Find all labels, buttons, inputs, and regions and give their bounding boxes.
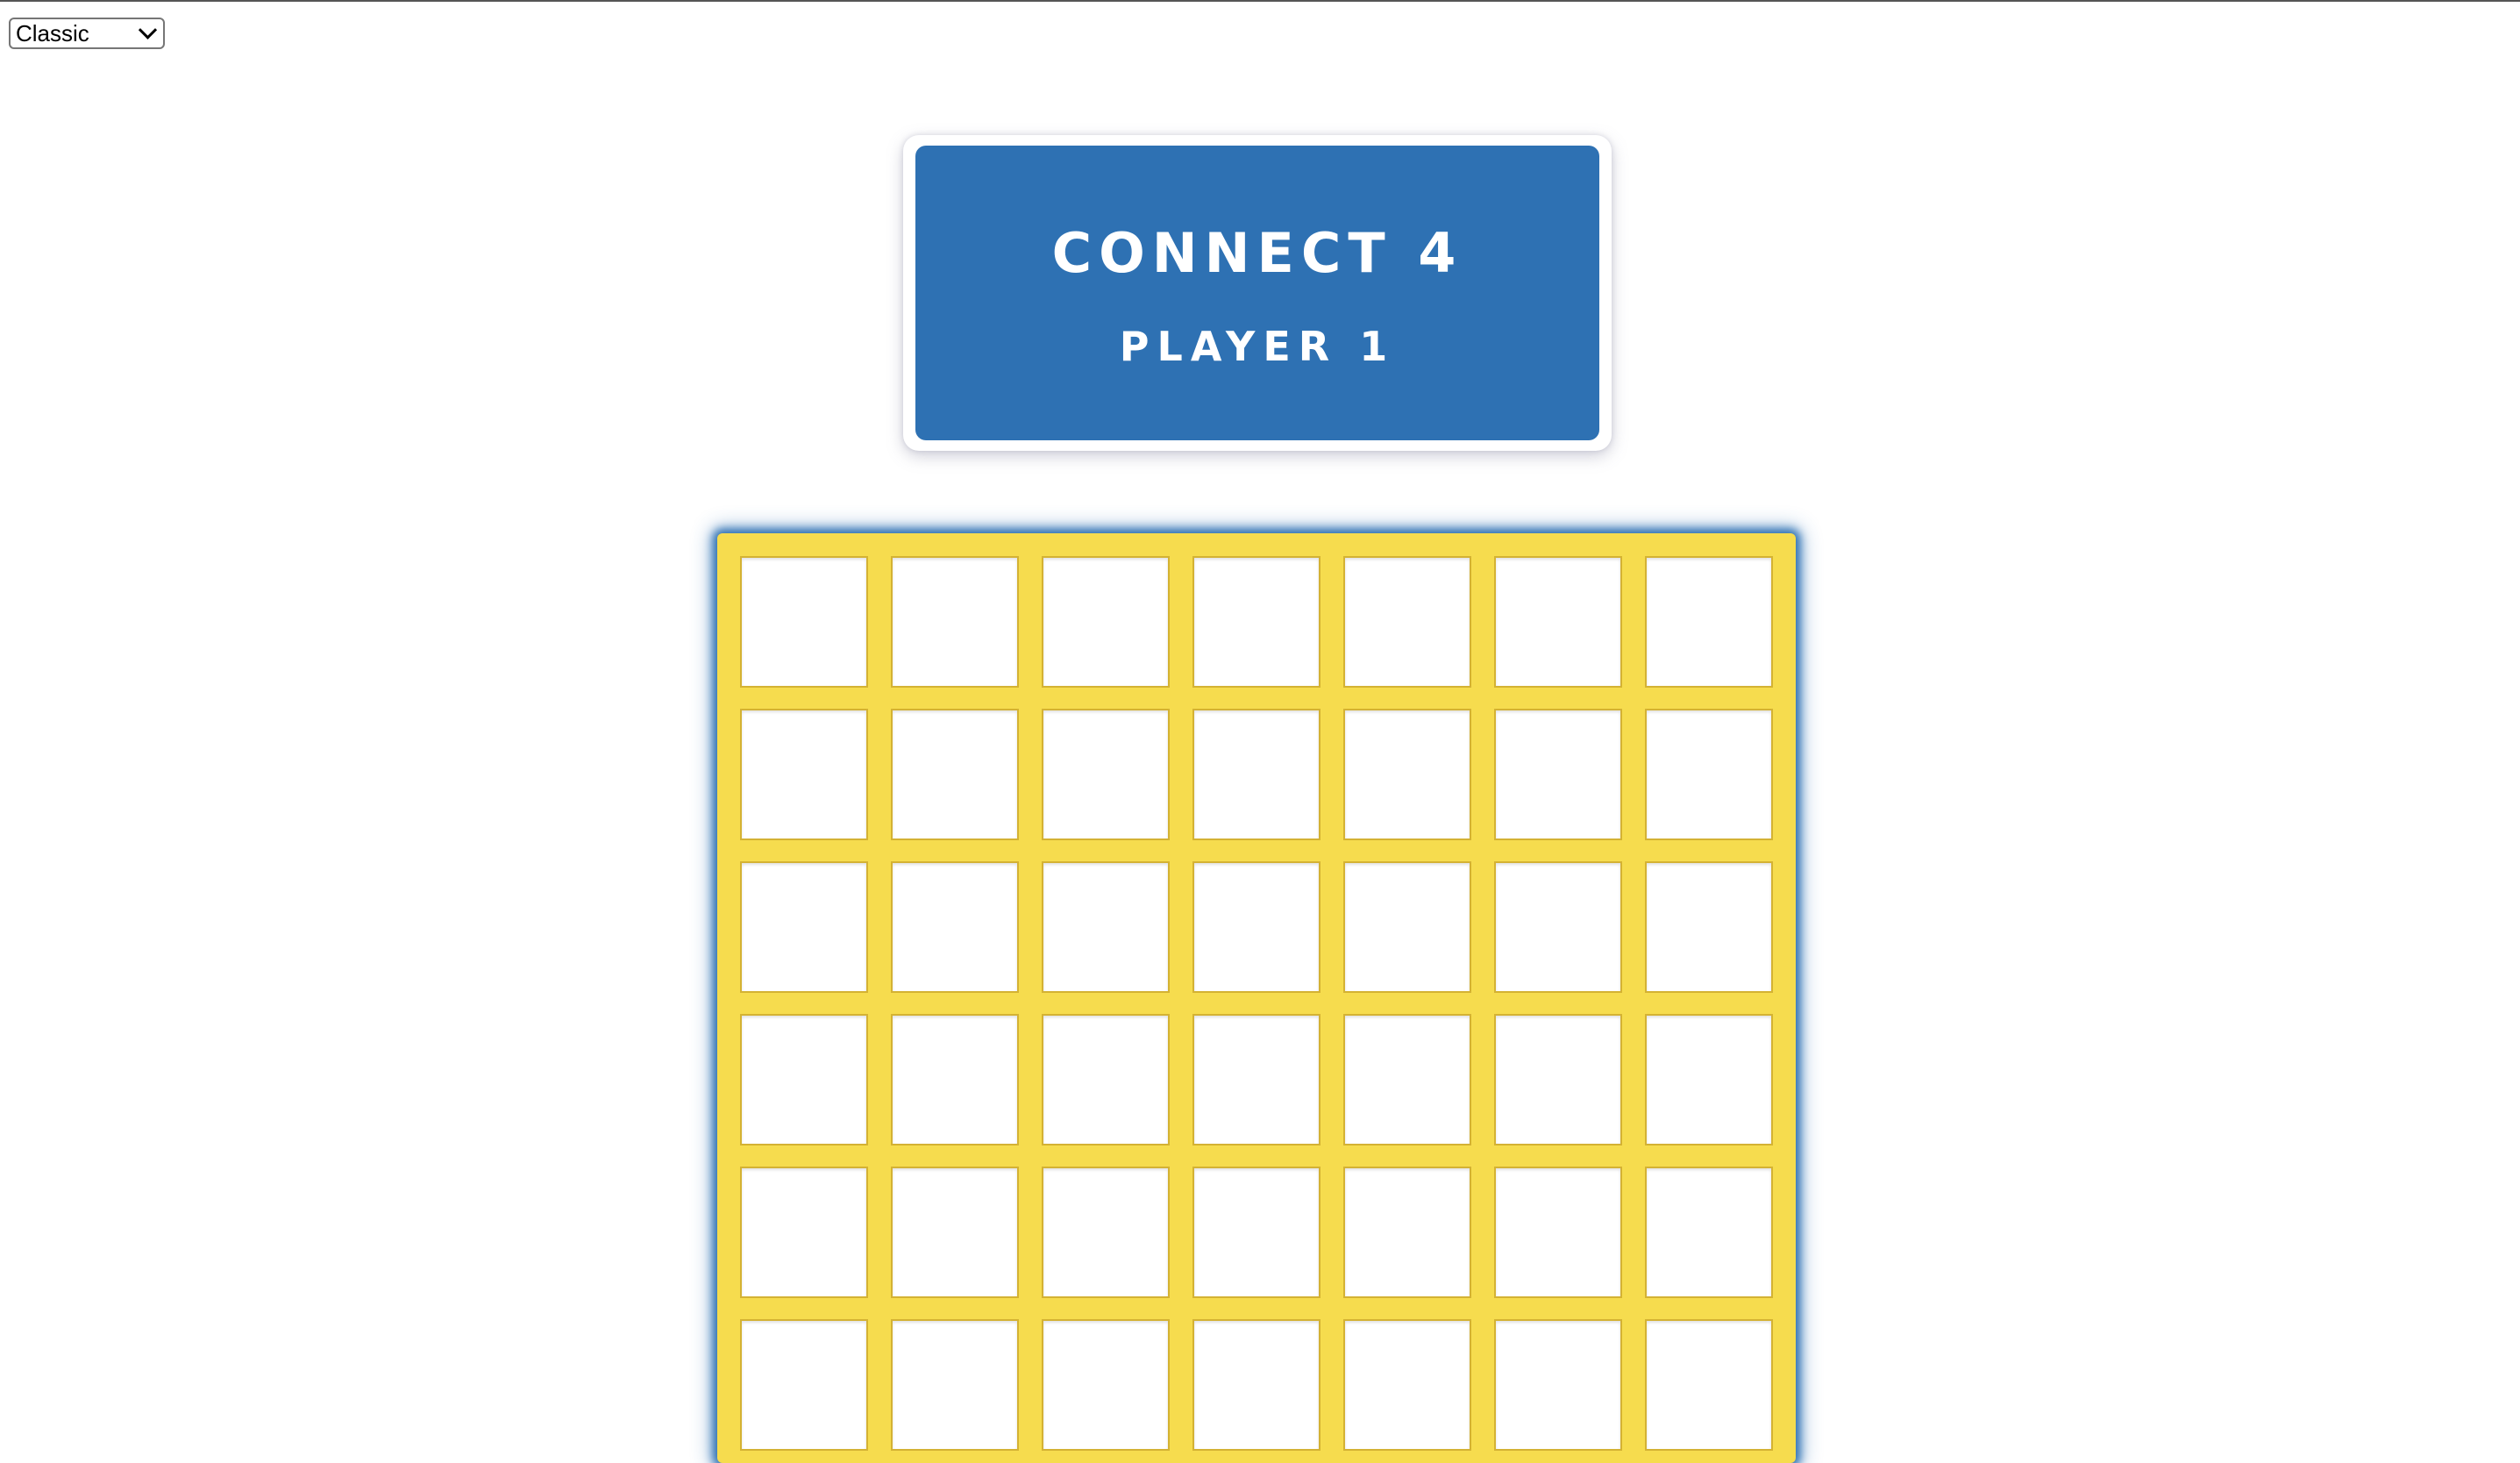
board-grid xyxy=(740,556,1773,1451)
board-cell[interactable] xyxy=(1494,709,1622,840)
board-cell[interactable] xyxy=(1645,1319,1773,1451)
board-cell[interactable] xyxy=(1494,1319,1622,1451)
board-cell[interactable] xyxy=(1494,556,1622,688)
board-cell[interactable] xyxy=(1343,1167,1471,1298)
board-cell[interactable] xyxy=(891,861,1019,993)
board-cell[interactable] xyxy=(1343,1319,1471,1451)
board-cell[interactable] xyxy=(1192,556,1321,688)
board-cell[interactable] xyxy=(891,1319,1019,1451)
board-cell[interactable] xyxy=(1192,1319,1321,1451)
board-cell[interactable] xyxy=(1192,1014,1321,1145)
game-board xyxy=(717,533,1796,1463)
board-cell[interactable] xyxy=(740,1014,868,1145)
board-cell[interactable] xyxy=(1645,556,1773,688)
board-cell[interactable] xyxy=(1645,1014,1773,1145)
board-cell[interactable] xyxy=(1494,861,1622,993)
chevron-down-icon xyxy=(138,20,158,39)
board-cell[interactable] xyxy=(891,1167,1019,1298)
top-border xyxy=(0,0,2520,2)
header-card: CONNECT 4 PLAYER 1 xyxy=(903,135,1612,451)
board-cell[interactable] xyxy=(1192,709,1321,840)
theme-select[interactable]: Classic xyxy=(9,18,165,49)
board-cell[interactable] xyxy=(1343,709,1471,840)
board-cell[interactable] xyxy=(740,1167,868,1298)
board-cell[interactable] xyxy=(1042,556,1170,688)
board-cell[interactable] xyxy=(891,709,1019,840)
board-cell[interactable] xyxy=(740,861,868,993)
board-cell[interactable] xyxy=(1042,709,1170,840)
board-cell[interactable] xyxy=(740,556,868,688)
board-cell[interactable] xyxy=(1042,1014,1170,1145)
board-cell[interactable] xyxy=(740,709,868,840)
board-cell[interactable] xyxy=(740,1319,868,1451)
header-panel: CONNECT 4 PLAYER 1 xyxy=(915,146,1599,440)
board-cell[interactable] xyxy=(1645,1167,1773,1298)
board-cell[interactable] xyxy=(1645,709,1773,840)
board-cell[interactable] xyxy=(1042,1319,1170,1451)
board-cell[interactable] xyxy=(1042,1167,1170,1298)
board-cell[interactable] xyxy=(1192,1167,1321,1298)
board-cell[interactable] xyxy=(1192,861,1321,993)
board-cell[interactable] xyxy=(891,1014,1019,1145)
board-cell[interactable] xyxy=(891,556,1019,688)
board-cell[interactable] xyxy=(1494,1167,1622,1298)
game-title: CONNECT 4 xyxy=(1051,221,1463,285)
theme-select-value: Classic xyxy=(16,19,89,46)
board-cell[interactable] xyxy=(1645,861,1773,993)
current-player-label: PLAYER 1 xyxy=(1119,323,1396,370)
board-cell[interactable] xyxy=(1343,861,1471,993)
board-cell[interactable] xyxy=(1042,861,1170,993)
board-cell[interactable] xyxy=(1343,1014,1471,1145)
board-cell[interactable] xyxy=(1343,556,1471,688)
board-cell[interactable] xyxy=(1494,1014,1622,1145)
